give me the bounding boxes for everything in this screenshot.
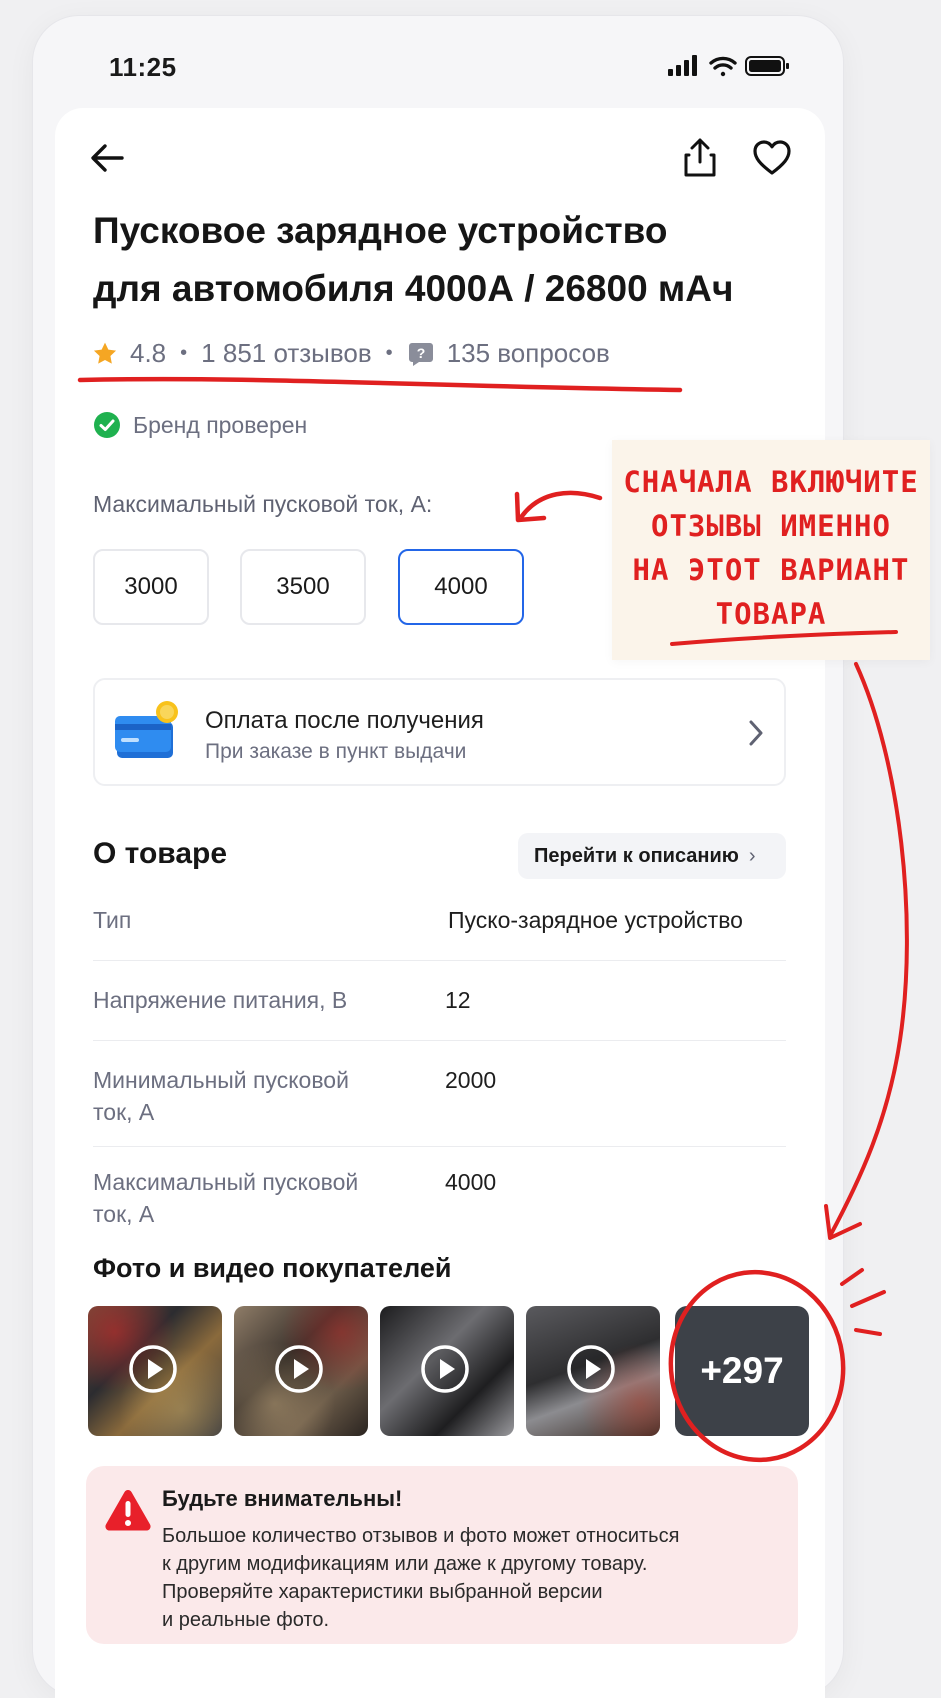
spec-divider <box>93 960 786 961</box>
play-icon <box>129 1345 177 1393</box>
warning-line: Проверяйте характеристики выбранной верс… <box>162 1581 603 1603</box>
spec-value-max-current: 4000 <box>445 1169 497 1195</box>
payment-title: Оплата после получения <box>205 707 484 734</box>
share-icon <box>684 138 716 177</box>
spec-value-voltage: 12 <box>445 987 471 1013</box>
wifi-icon <box>709 56 737 77</box>
product-title-line1: Пусковое зарядное устройство <box>93 210 668 251</box>
brand-verified: Бренд проверен <box>93 411 307 439</box>
spec-value-type: Пуско-зарядное устройство <box>448 907 743 933</box>
svg-text:?: ? <box>416 345 425 361</box>
spec-divider <box>93 1040 786 1041</box>
spec-label-min-current: Минимальный пусковой ток, А <box>93 1067 349 1125</box>
variant-option-3500[interactable]: 3500 <box>240 549 366 625</box>
annotation-line: СНАЧАЛА ВКЛЮЧИТЕ <box>623 465 919 499</box>
status-icons <box>668 54 798 83</box>
annotation-note: СНАЧАЛА ВКЛЮЧИТЕ ОТЗЫВЫ ИМЕННО НА ЭТОТ В… <box>612 440 930 660</box>
emphasis-mark <box>850 1290 886 1308</box>
warning-line: Большое количество отзывов и фото может … <box>162 1525 680 1547</box>
spec-divider <box>93 1146 786 1147</box>
heart-icon <box>753 140 791 175</box>
spec-label-type: Тип <box>93 907 132 933</box>
customer-video-thumbnail[interactable] <box>526 1306 660 1436</box>
spec-label-max-current: Максимальный пусковой ток, А <box>93 1169 359 1227</box>
more-photos-button[interactable]: +297 <box>675 1306 809 1436</box>
customer-video-thumbnail[interactable] <box>88 1306 222 1436</box>
reviews-link[interactable]: 1 851 отзывов <box>201 338 372 369</box>
chevron-right-icon <box>749 720 763 746</box>
warning-line: и реальные фото. <box>162 1609 330 1631</box>
battery-icon <box>745 56 789 76</box>
warning-title: Будьте внимательны! <box>162 1486 403 1511</box>
play-icon <box>275 1345 323 1393</box>
warning-text: Большое количество отзывов и фото может … <box>162 1522 782 1634</box>
go-to-description-button[interactable]: Перейти к описанию › <box>518 833 786 879</box>
play-icon <box>421 1345 469 1393</box>
arrow-left-icon <box>91 144 124 172</box>
variant-option-4000[interactable]: 4000 <box>398 549 524 625</box>
product-title-line2: для автомобиля 4000А / 26800 мАч <box>93 268 734 309</box>
status-time: 11:25 <box>109 52 177 82</box>
about-section-title: О товаре <box>93 837 228 870</box>
spec-label-voltage: Напряжение питания, В <box>93 987 348 1013</box>
chevron-right-icon: › <box>748 844 756 867</box>
play-icon <box>567 1345 615 1393</box>
customer-video-thumbnail[interactable] <box>234 1306 368 1436</box>
favorite-button[interactable] <box>752 138 792 178</box>
rating-row: 4.8 • 1 851 отзывов • ? 135 вопросов <box>92 338 610 369</box>
variant-option-3000[interactable]: 3000 <box>93 549 209 625</box>
payment-subtitle: При заказе в пункт выдачи <box>205 740 467 763</box>
question-bubble-icon: ? <box>408 342 433 366</box>
warning-banner: Будьте внимательны! Большое количество о… <box>86 1466 798 1644</box>
separator-dot: • <box>385 342 393 364</box>
annotation-line: ОТЗЫВЫ ИМЕННО <box>651 509 891 543</box>
emphasis-mark <box>840 1268 864 1286</box>
variant-label: Максимальный пусковой ток, А: <box>93 491 433 517</box>
annotation-line: НА ЭТОТ ВАРИАНТ <box>632 553 910 587</box>
annotation-line: ТОВАРА <box>715 597 827 631</box>
emphasis-mark <box>854 1328 882 1336</box>
warning-triangle-icon <box>105 1490 151 1531</box>
rating-value: 4.8 <box>130 338 167 368</box>
signal-icon <box>668 55 697 76</box>
warning-line: к другим модификациям или даже к другому… <box>162 1553 648 1575</box>
brand-status-label: Бренд проверен <box>133 411 308 438</box>
spec-value-min-current: 2000 <box>445 1067 497 1093</box>
payment-option-card[interactable]: Оплата после получения При заказе в пунк… <box>93 678 786 786</box>
questions-link[interactable]: 135 вопросов <box>447 338 610 369</box>
go-to-description-label: Перейти к описанию <box>534 844 739 867</box>
share-button[interactable] <box>680 135 720 179</box>
separator-dot: • <box>180 342 188 364</box>
payment-card-icon <box>115 701 178 758</box>
star-icon <box>93 342 117 364</box>
product-title: Пусковое зарядное устройство для автомоб… <box>93 202 793 318</box>
annotation-text: СНАЧАЛА ВКЛЮЧИТЕ ОТЗЫВЫ ИМЕННО НА ЭТОТ В… <box>612 460 930 636</box>
customer-photos-title: Фото и видео покупателей <box>93 1253 452 1283</box>
check-circle-icon <box>94 412 120 438</box>
back-button[interactable] <box>88 138 128 178</box>
customer-video-thumbnail[interactable] <box>380 1306 514 1436</box>
